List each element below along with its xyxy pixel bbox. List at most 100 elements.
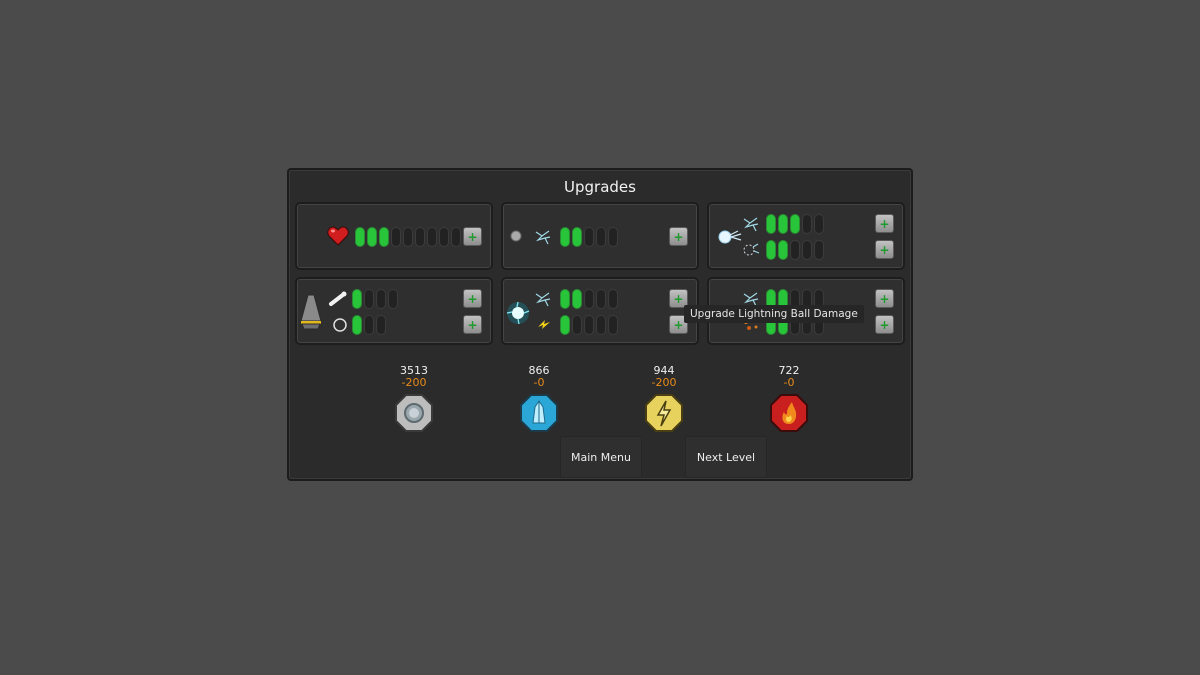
ice-gem-icon xyxy=(520,394,558,432)
level-bar-empty xyxy=(415,227,425,247)
upgrade-row xyxy=(352,288,398,310)
lightning-spark-icon xyxy=(535,230,551,245)
level-bar-empty xyxy=(608,289,618,309)
level-bar-filled xyxy=(560,289,570,309)
level-bar-empty xyxy=(572,315,582,335)
resource-lightning: 944 -200 xyxy=(624,365,704,433)
bone-icon xyxy=(329,291,347,306)
upgrade-row xyxy=(560,288,618,310)
level-bar-empty xyxy=(814,214,824,234)
ring-icon xyxy=(333,318,347,332)
tooltip: Upgrade Lightning Ball Damage xyxy=(684,305,864,323)
resource-cost: -0 xyxy=(783,376,795,389)
level-bar-empty xyxy=(376,315,386,335)
level-bar-empty xyxy=(584,289,594,309)
lightning-spark-icon xyxy=(535,292,551,307)
level-bar-empty xyxy=(790,240,800,260)
level-bar-empty xyxy=(802,214,812,234)
heart-icon xyxy=(327,226,349,246)
resource-cost: -200 xyxy=(401,376,427,389)
upgrade-card-ice: + + xyxy=(707,202,905,270)
level-bar-empty xyxy=(451,227,461,247)
plus-icon: + xyxy=(879,216,890,231)
level-bars xyxy=(560,227,618,247)
upgrade-button[interactable]: + xyxy=(669,227,688,246)
plus-icon: + xyxy=(673,317,684,332)
level-bar-empty xyxy=(584,227,594,247)
level-bar-filled xyxy=(352,289,362,309)
upgrade-row xyxy=(766,239,824,261)
level-bar-filled xyxy=(778,240,788,260)
level-bar-filled xyxy=(766,214,776,234)
level-bars xyxy=(352,315,386,335)
level-bar-empty xyxy=(608,315,618,335)
fire-gem-icon xyxy=(770,394,808,432)
upgrade-button[interactable]: + xyxy=(875,240,894,259)
level-bar-empty xyxy=(596,289,606,309)
upgrade-row xyxy=(560,226,618,248)
level-bars xyxy=(560,315,618,335)
upgrade-card-stone-ball: + xyxy=(501,202,699,270)
resource-fire: 722 -0 xyxy=(749,365,829,433)
level-bar-filled xyxy=(766,240,776,260)
plus-icon: + xyxy=(467,229,478,244)
bolt-icon xyxy=(538,320,550,329)
cloud-spark-icon xyxy=(743,243,760,256)
lightning-gem-icon xyxy=(645,394,683,432)
lightning-spark-icon xyxy=(743,217,759,232)
level-bar-empty xyxy=(439,227,449,247)
level-bar-filled xyxy=(572,227,582,247)
upgrade-card-health: + xyxy=(295,202,493,270)
upgrade-row xyxy=(560,314,618,336)
level-bars xyxy=(766,214,824,234)
level-bar-empty xyxy=(391,227,401,247)
level-bar-empty xyxy=(802,240,812,260)
upgrade-button[interactable]: + xyxy=(463,315,482,334)
level-bars xyxy=(355,227,461,247)
upgrades-panel: Upgrades + + + + + + + + + + 3513 -200 8… xyxy=(287,168,913,481)
level-bar-filled xyxy=(352,315,362,335)
level-bar-filled xyxy=(572,289,582,309)
main-menu-button[interactable]: Main Menu xyxy=(560,436,642,478)
upgrade-button[interactable]: + xyxy=(463,289,482,308)
level-bar-empty xyxy=(596,227,606,247)
panel-title: Upgrades xyxy=(564,178,636,196)
level-bar-filled xyxy=(367,227,377,247)
level-bar-filled xyxy=(778,214,788,234)
level-bar-filled xyxy=(355,227,365,247)
level-bars xyxy=(766,240,824,260)
level-bar-empty xyxy=(608,227,618,247)
level-bar-empty xyxy=(403,227,413,247)
upgrade-row xyxy=(766,213,824,235)
upgrade-button[interactable]: + xyxy=(875,315,894,334)
plus-icon: + xyxy=(467,291,478,306)
level-bars xyxy=(352,289,398,309)
stone-ball-icon xyxy=(510,230,522,242)
level-bar-empty xyxy=(427,227,437,247)
level-bar-filled xyxy=(560,315,570,335)
upgrade-button[interactable]: + xyxy=(875,214,894,233)
plus-icon: + xyxy=(467,317,478,332)
level-bar-filled xyxy=(379,227,389,247)
upgrade-row xyxy=(355,226,461,248)
level-bar-empty xyxy=(584,315,594,335)
cannon-icon xyxy=(300,294,322,330)
stone-gem-icon xyxy=(395,394,433,432)
next-level-button[interactable]: Next Level xyxy=(685,436,767,478)
plus-icon: + xyxy=(879,317,890,332)
resource-stone: 3513 -200 xyxy=(374,365,454,433)
upgrade-button[interactable]: + xyxy=(875,289,894,308)
level-bars xyxy=(560,289,618,309)
upgrade-button[interactable]: + xyxy=(463,227,482,246)
upgrade-card-lightning-ball: + + xyxy=(501,277,699,345)
level-bar-filled xyxy=(790,214,800,234)
plus-icon: + xyxy=(879,242,890,257)
level-bar-empty xyxy=(364,289,374,309)
lightning-ball-icon xyxy=(506,301,530,325)
resource-ice: 866 -0 xyxy=(499,365,579,433)
level-bar-empty xyxy=(388,289,398,309)
level-bar-empty xyxy=(596,315,606,335)
upgrade-card-cannon: + + xyxy=(295,277,493,345)
level-bar-empty xyxy=(364,315,374,335)
level-bar-filled xyxy=(560,227,570,247)
